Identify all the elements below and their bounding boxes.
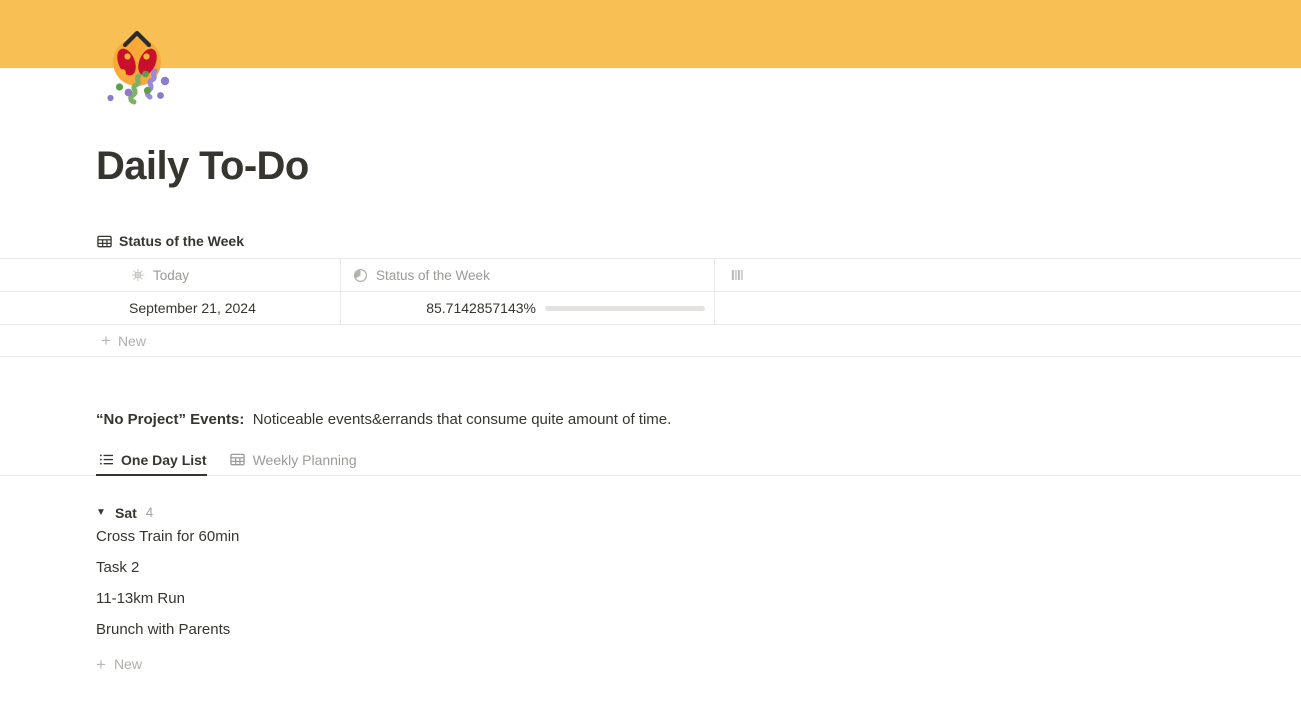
tab-weekly-planning[interactable]: Weekly Planning xyxy=(228,445,366,475)
no-project-events-paragraph[interactable]: “No Project” Events: Noticeable events&e… xyxy=(96,409,1301,432)
status-progress-bar xyxy=(545,305,705,311)
list-icon xyxy=(98,452,114,468)
list-item[interactable]: Task 2 xyxy=(96,552,1301,583)
status-percent-label: 85.7142857143% xyxy=(426,300,536,316)
group-name-label: Sat xyxy=(115,504,137,521)
table-header-row: Today Status of the Week xyxy=(0,258,1301,292)
plus-icon: + xyxy=(96,654,106,674)
cell-today[interactable]: September 21, 2024 xyxy=(0,291,341,325)
table-new-row-button[interactable]: + New xyxy=(0,325,1301,357)
cell-extra[interactable] xyxy=(715,292,1301,325)
table-icon xyxy=(96,233,112,249)
cell-status[interactable]: 85.7142857143% xyxy=(341,291,715,325)
status-database-title[interactable]: Status of the Week xyxy=(96,233,1301,249)
paragraph-description: Noticeable events&errands that consume q… xyxy=(252,411,672,428)
bars-icon xyxy=(731,268,746,283)
confetti-ball-icon[interactable] xyxy=(98,29,176,107)
page-content: Daily To-Do Status of the Week Today Sta… xyxy=(0,142,1301,680)
column-header-today-label: Today xyxy=(153,267,190,283)
task-title: Cross Train for 60min xyxy=(96,527,240,545)
list-item[interactable]: Brunch with Parents xyxy=(96,614,1301,645)
tab-one-day-list-label: One Day List xyxy=(121,451,207,468)
chevron-down-icon[interactable]: ▼ xyxy=(96,507,106,518)
column-header-extra[interactable] xyxy=(715,259,1301,292)
tab-one-day-list[interactable]: One Day List xyxy=(96,445,216,476)
list-new-row-button[interactable]: + New xyxy=(96,649,1301,680)
pie-progress-icon xyxy=(353,268,368,283)
tab-weekly-planning-label: Weekly Planning xyxy=(252,451,357,468)
task-title: 11-13km Run xyxy=(96,589,185,607)
task-title: Task 2 xyxy=(96,558,140,576)
page-title[interactable]: Daily To-Do xyxy=(96,142,1301,190)
table-icon xyxy=(230,452,246,468)
table-new-row-label: New xyxy=(117,332,146,349)
plus-icon: + xyxy=(101,331,111,350)
column-header-today[interactable]: Today xyxy=(0,258,341,292)
task-title: Brunch with Parents xyxy=(96,620,231,638)
column-header-status[interactable]: Status of the Week xyxy=(341,258,715,292)
date-icon xyxy=(130,268,145,283)
group-count-label: 4 xyxy=(145,505,154,520)
list-item[interactable]: 11-13km Run xyxy=(96,583,1301,614)
table-row[interactable]: September 21, 2024 85.7142857143% xyxy=(0,291,1301,325)
page-cover-banner[interactable] xyxy=(0,0,1301,68)
group-header-sat[interactable]: ▼ Sat 4 xyxy=(96,505,1301,521)
database-view-tabs: One Day List Weekly Planning xyxy=(0,445,1301,476)
list-new-row-label: New xyxy=(113,656,142,672)
column-header-status-label: Status of the Week xyxy=(376,267,490,283)
list-item[interactable]: Cross Train for 60min xyxy=(96,521,1301,552)
status-database-title-text: Status of the Week xyxy=(119,233,244,249)
status-table: Today Status of the Week September 21, 2… xyxy=(0,258,1301,357)
paragraph-bold-prefix: “No Project” Events: xyxy=(96,411,245,428)
